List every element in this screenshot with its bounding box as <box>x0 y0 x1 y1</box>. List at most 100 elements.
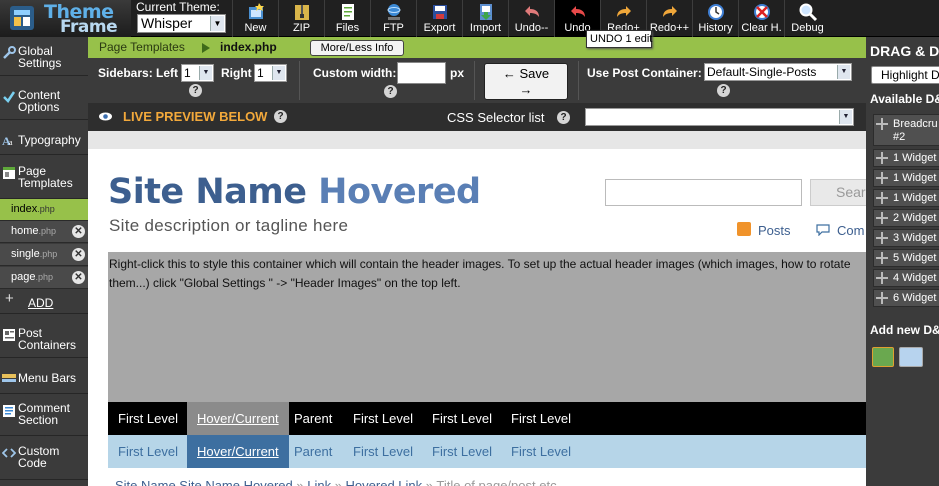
sidebar-item-comment-section[interactable]: Comment Section <box>0 400 88 436</box>
template-name: single.php <box>11 248 57 260</box>
nav-item[interactable]: First Level <box>422 435 502 468</box>
delete-template-icon[interactable]: ✕ <box>72 248 85 261</box>
redo-all-icon <box>662 6 677 17</box>
debug-button[interactable]: Debug <box>784 0 830 37</box>
nav-item-current[interactable]: Hover/Current <box>187 435 289 468</box>
export-button[interactable]: Export <box>416 0 462 37</box>
nav-item[interactable]: First Level <box>501 402 581 435</box>
more-less-info-button[interactable]: More/Less Info <box>310 40 404 56</box>
secondary-menu-bar: First Level Hover/Current Parent First L… <box>108 435 866 468</box>
ftp-button[interactable]: FTP <box>370 0 416 37</box>
breadcrumb-parent[interactable]: Page Templates <box>99 40 185 54</box>
template-item-index[interactable]: index.php <box>0 199 88 221</box>
sidebars-right-select[interactable]: 1 ▼ <box>254 64 287 82</box>
nav-item-parent[interactable]: Parent <box>284 402 342 435</box>
history-button[interactable]: History <box>692 0 738 37</box>
add-image-widget-icon[interactable] <box>872 347 894 367</box>
chevron-down-icon: ▼ <box>837 65 850 79</box>
save-button[interactable]: ← Save → <box>484 63 568 100</box>
add-video-widget-icon[interactable] <box>899 347 923 367</box>
clear-history-button[interactable]: Clear H. <box>738 0 784 37</box>
search-input[interactable] <box>605 179 802 206</box>
sidebar-item-label: Custom Code <box>18 444 60 470</box>
comments-feed-link[interactable]: Com <box>837 223 864 238</box>
template-item-single[interactable]: single.php ✕ <box>0 244 88 266</box>
current-theme-value: Whisper <box>141 15 193 31</box>
undo-all-button[interactable]: Undo-- <box>508 0 554 37</box>
sidebar-item-global-settings[interactable]: Global Settings <box>0 37 88 76</box>
magnifier-icon <box>799 3 817 22</box>
new-button[interactable]: New <box>232 0 278 37</box>
css-selector-select[interactable]: ▼ <box>585 108 854 126</box>
widget-item[interactable]: 1 Widget <box>873 189 939 207</box>
post-container-select[interactable]: Default-Single-Posts ▼ <box>704 63 852 81</box>
chevron-down-icon: ▼ <box>272 66 285 80</box>
import-button[interactable]: Import <box>462 0 508 37</box>
help-icon[interactable]: ? <box>717 84 730 97</box>
debug-label: Debug <box>791 22 824 34</box>
site-description[interactable]: Site description or tagline here <box>109 216 348 236</box>
help-icon[interactable]: ? <box>189 84 202 97</box>
nav-item[interactable]: First Level <box>422 402 502 435</box>
template-item-page[interactable]: page.php ✕ <box>0 267 88 289</box>
typography-icon: Aa <box>2 134 13 147</box>
nav-item[interactable]: First Level <box>108 402 188 435</box>
eye-icon <box>99 112 112 121</box>
add-template-button[interactable]: + ADD <box>0 290 88 314</box>
live-preview[interactable]: Site Name Hovered Site description or ta… <box>88 131 866 486</box>
sidebars-left-select[interactable]: 1 ▼ <box>181 64 214 82</box>
help-icon[interactable]: ? <box>557 111 570 124</box>
zip-button[interactable]: ZIP <box>278 0 324 37</box>
search-button[interactable]: Sear <box>810 179 866 206</box>
template-item-home[interactable]: home.php ✕ <box>0 221 88 243</box>
sidebar-item-menu-bars[interactable]: Menu Bars <box>0 364 88 394</box>
zip-label: ZIP <box>292 22 311 34</box>
nav-item[interactable]: First Level <box>501 435 581 468</box>
widget-item[interactable]: 3 Widget <box>873 229 939 247</box>
sidebar-item-label: Content Options <box>18 88 61 114</box>
post-container-icon <box>3 329 15 341</box>
save-label: ← Save → <box>502 66 550 97</box>
help-icon[interactable]: ? <box>274 110 287 123</box>
nav-item-parent[interactable]: Parent <box>284 435 342 468</box>
import-icon <box>479 4 492 20</box>
delete-template-icon[interactable]: ✕ <box>72 225 85 238</box>
posts-feed-link[interactable]: Posts <box>758 223 791 238</box>
widget-item[interactable]: 1 Widget <box>873 149 939 167</box>
nav-item[interactable]: First Level <box>108 435 188 468</box>
divider <box>299 61 300 100</box>
move-icon <box>876 172 888 184</box>
add-new-label: Add new D& <box>870 323 939 337</box>
redo-all-label: Redo++ <box>649 22 690 34</box>
drag-drop-panel: DRAG & D Highlight Dr Available D& Bread… <box>866 37 939 486</box>
nav-item-current[interactable]: Hover/Current <box>187 402 289 435</box>
widget-item[interactable]: 2 Widget <box>873 209 939 227</box>
sidebars-left-label: Sidebars: Left <box>98 66 179 80</box>
widget-item[interactable]: 5 Widget <box>873 249 939 267</box>
nav-item[interactable]: First Level <box>343 402 423 435</box>
widget-item[interactable]: Breadcru #2 <box>873 114 939 146</box>
sidebar-item-page-templates[interactable]: Page Templates <box>0 161 88 199</box>
sidebar-item-content-options[interactable]: Content Options <box>0 81 88 120</box>
delete-template-icon[interactable]: ✕ <box>72 271 85 284</box>
header-image-container[interactable]: Right-click this to style this container… <box>108 252 866 402</box>
breadcrumb-home-link[interactable]: Site Name Site Name Hovered <box>115 478 293 486</box>
help-icon[interactable]: ? <box>384 85 397 98</box>
widget-item[interactable]: 1 Widget <box>873 169 939 187</box>
custom-width-input[interactable] <box>397 62 446 84</box>
nav-item[interactable]: First Level <box>343 435 423 468</box>
move-icon <box>876 292 888 304</box>
redo-all-button[interactable]: Redo++ <box>646 0 692 37</box>
widget-item[interactable]: 4 Widget <box>873 269 939 287</box>
sidebar-item-custom-code[interactable]: Custom Code <box>0 442 88 480</box>
current-theme-select[interactable]: Whisper ▼ <box>137 14 226 33</box>
sidebar-item-typography[interactable]: Aa Typography <box>0 125 88 155</box>
themeframe-logo: Theme Frame <box>0 0 131 37</box>
site-name[interactable]: Site Name Hovered <box>108 172 481 212</box>
files-button[interactable]: Files <box>324 0 370 37</box>
widget-item[interactable]: 6 Widget <box>873 289 939 307</box>
highlight-drop-button[interactable]: Highlight Dr <box>871 66 939 84</box>
sidebar-item-post-containers[interactable]: Post Containers <box>0 320 88 358</box>
breadcrumb-hovered-link[interactable]: Hovered Link <box>346 478 423 486</box>
breadcrumb-link[interactable]: Link <box>307 478 331 486</box>
